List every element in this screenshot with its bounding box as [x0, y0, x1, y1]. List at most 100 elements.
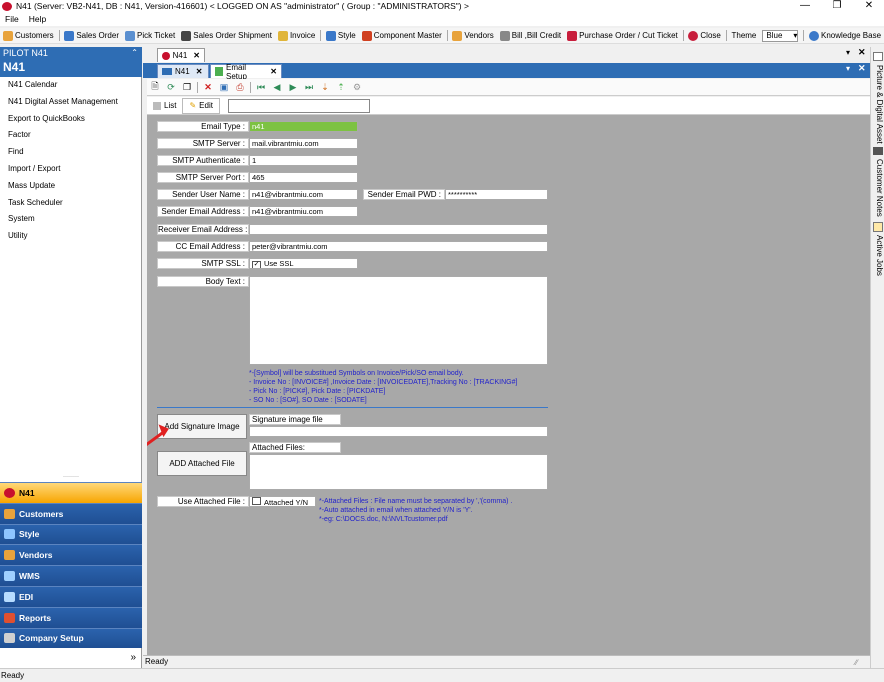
minimize-button[interactable]: —	[790, 0, 820, 12]
style-icon	[325, 30, 336, 41]
toolbar-vendors[interactable]: Vendors	[449, 28, 496, 44]
close-window-button[interactable]: ✕	[854, 0, 884, 12]
tab-menu-chevron-icon[interactable]: ▾	[846, 64, 850, 73]
invoice-icon	[277, 30, 288, 41]
dock-active-jobs[interactable]: Active Jobs	[872, 235, 884, 276]
checkbox-unchecked-icon	[252, 497, 261, 505]
settings-icon[interactable]: ⚙	[351, 81, 363, 93]
dock-customer-notes[interactable]: Customer Notes	[872, 159, 884, 217]
sidebar-item-calendar[interactable]: N41 Calendar	[0, 77, 141, 94]
save-icon[interactable]: ▣	[218, 81, 230, 93]
toolbar-customers[interactable]: Customers	[0, 28, 57, 44]
receiver-email-field[interactable]	[249, 224, 548, 235]
export-icon[interactable]: ⇡	[335, 81, 347, 93]
email-type-field[interactable]: n41	[249, 121, 358, 132]
copy-icon[interactable]: ❐	[181, 81, 193, 93]
sidebar-item-factor[interactable]: Factor	[0, 127, 141, 144]
toolbar-sales-order[interactable]: Sales Order	[61, 28, 122, 44]
use-ssl-checkbox[interactable]: ✓ Use SSL	[249, 258, 358, 269]
list-mode-button[interactable]: List	[147, 98, 182, 114]
dock-picture-digital-asset[interactable]: Picture & Digital Asset	[872, 65, 884, 144]
vendors-icon	[4, 550, 15, 561]
symbol-note-3: - Pick No : [PICK#], Pick Date : [PICKDA…	[249, 388, 386, 395]
menu-help[interactable]: Help	[24, 14, 51, 24]
close-outer-icon[interactable]: ✕	[858, 47, 866, 58]
toolbar-component-master[interactable]: Component Master	[359, 28, 445, 44]
splitter-grip[interactable]: ········	[0, 474, 142, 482]
tab-menu-chevron-icon[interactable]: ▾	[846, 48, 850, 57]
nav-group-edi[interactable]: EDI	[0, 585, 142, 607]
nav-group-style[interactable]: Style	[0, 523, 142, 545]
nav-group-company-setup[interactable]: Company Setup	[0, 627, 142, 649]
nav-group-customers[interactable]: Customers	[0, 502, 142, 524]
close-icon	[688, 30, 699, 41]
toolbar-close[interactable]: Close	[685, 28, 723, 44]
nav-group-reports[interactable]: Reports	[0, 606, 142, 628]
expand-chevron-icon[interactable]: »	[0, 648, 142, 668]
smtp-port-field[interactable]: 465	[249, 172, 358, 183]
toolbar-style[interactable]: Style	[323, 28, 359, 44]
toolbar-purchase-order[interactable]: Purchase Order / Cut Ticket	[564, 28, 681, 44]
purchase-order-icon	[567, 30, 578, 41]
attach-note-2: *-Auto attached in email when attached Y…	[319, 507, 473, 514]
toolbar-separator	[446, 30, 448, 41]
first-record-icon[interactable]: ⏮	[255, 81, 267, 93]
close-icon[interactable]: ✕	[270, 67, 277, 76]
sidebar-item-import-export[interactable]: Import / Export	[0, 161, 141, 178]
restore-button[interactable]: ❐	[822, 0, 852, 12]
sidebar-item-quickbooks[interactable]: Export to QuickBooks	[0, 111, 141, 128]
toolbar-sales-order-shipment[interactable]: Sales Order Shipment	[178, 28, 275, 44]
close-icon[interactable]: ✕	[196, 67, 203, 76]
sidebar-item-utility[interactable]: Utility	[0, 228, 141, 245]
sender-email-field[interactable]: n41@vibrantmiu.com	[249, 206, 358, 217]
pin-icon[interactable]: ⌃	[131, 48, 138, 57]
signature-file-field[interactable]	[249, 426, 548, 437]
attached-files-area[interactable]	[249, 454, 548, 490]
next-record-icon[interactable]: ▶	[287, 81, 299, 93]
toolbar-knowledge-base[interactable]: Knowledge Base	[806, 28, 884, 44]
close-icon[interactable]: ✕	[193, 51, 200, 60]
new-record-icon[interactable]: 🗎	[149, 81, 161, 93]
menu-file[interactable]: File	[0, 14, 24, 24]
signature-file-label: Signature image file	[249, 414, 341, 425]
last-record-icon[interactable]: ⏭	[303, 81, 315, 93]
sidebar-item-mass-update[interactable]: Mass Update	[0, 178, 141, 195]
toolbar-pick-ticket[interactable]: Pick Ticket	[122, 28, 178, 44]
sidebar-item-dam[interactable]: N41 Digital Asset Management	[0, 94, 141, 111]
sidebar-item-find[interactable]: Find	[0, 144, 141, 161]
list-icon	[153, 101, 161, 110]
toolbar-bill-credit[interactable]: Bill ,Bill Credit	[497, 28, 564, 44]
nav-group-vendors[interactable]: Vendors	[0, 544, 142, 566]
edit-mode-button[interactable]: ✎ Edit	[182, 97, 220, 114]
sidebar-item-task-scheduler[interactable]: Task Scheduler	[0, 195, 141, 212]
delete-icon[interactable]: ✕	[202, 81, 214, 93]
attached-yn-checkbox[interactable]: Attached Y/N	[249, 496, 316, 507]
import-icon[interactable]: ⇣	[319, 81, 331, 93]
toolbar-invoice[interactable]: Invoice	[275, 28, 318, 44]
search-input[interactable]	[227, 98, 370, 113]
mode-bar: List ✎ Edit	[147, 97, 870, 115]
cc-email-field[interactable]: peter@vibrantmiu.com	[249, 241, 548, 252]
theme-select[interactable]: Blue ▾	[762, 29, 799, 42]
tab-n41-inner[interactable]: N41 ✕	[157, 64, 209, 78]
smtp-server-field[interactable]: mail.vibrantmiu.com	[249, 138, 358, 149]
refresh-icon[interactable]: ⟳	[165, 81, 177, 93]
jobs-icon	[873, 222, 883, 232]
nav-group-wms[interactable]: WMS	[0, 565, 142, 586]
sender-user-field[interactable]: n41@vibrantmiu.com	[249, 189, 358, 200]
toolbar-separator	[197, 81, 198, 93]
nav-group-n41[interactable]: N41	[0, 482, 142, 503]
smtp-auth-field[interactable]: 1	[249, 155, 358, 166]
tab-email-setup[interactable]: Email Setup ✕	[210, 63, 282, 81]
toolbar-separator	[58, 30, 60, 41]
prev-record-icon[interactable]: ◀	[271, 81, 283, 93]
close-inner-icon[interactable]: ✕	[858, 63, 866, 74]
sidebar-list: N41 Calendar N41 Digital Asset Managemen…	[0, 77, 141, 245]
sidebar-item-system[interactable]: System	[0, 211, 141, 228]
help-icon	[808, 30, 819, 41]
tab-n41-outer[interactable]: N41 ✕	[157, 48, 205, 62]
body-text-area[interactable]	[249, 276, 548, 365]
print-icon[interactable]: ⎙	[234, 81, 246, 93]
sender-pwd-field[interactable]: **********	[445, 189, 548, 200]
toolbar-separator	[803, 30, 804, 41]
